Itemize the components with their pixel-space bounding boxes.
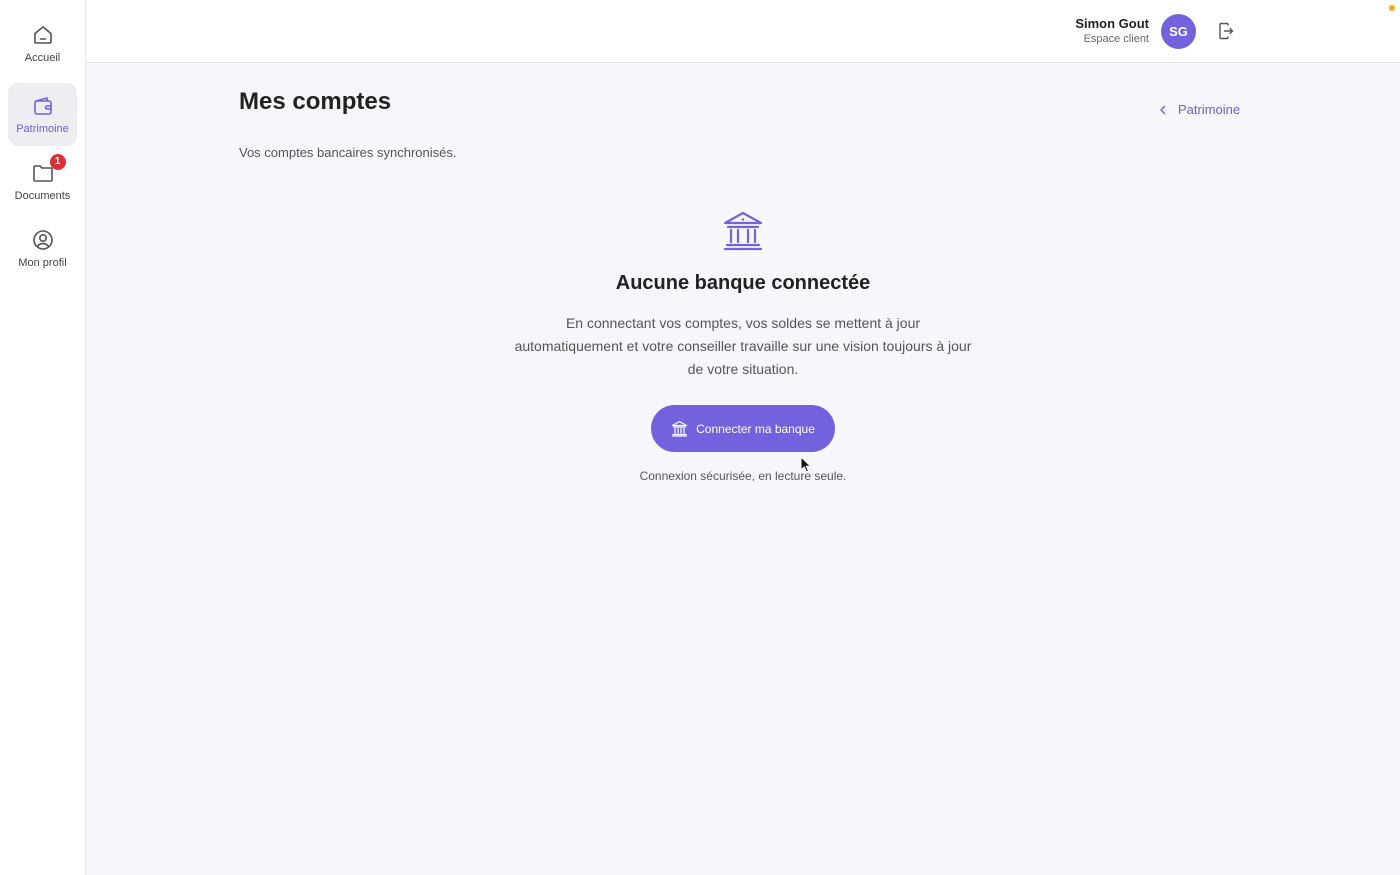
- empty-state: Aucune banque connectée En connectant vo…: [443, 210, 1043, 483]
- sidebar-item-label: Accueil: [24, 52, 61, 64]
- sidebar-item-accueil[interactable]: Accueil: [8, 12, 77, 75]
- avatar[interactable]: SG: [1161, 14, 1196, 49]
- sidebar-item-patrimoine[interactable]: Patrimoine: [8, 83, 77, 146]
- sidebar: Accueil Patrimoine 1 Documents Mon profi…: [0, 0, 86, 875]
- bank-icon: [722, 210, 764, 252]
- folder-icon: 1: [31, 154, 66, 185]
- mouse-cursor-icon: [800, 456, 812, 473]
- back-link-label: Patrimoine: [1178, 102, 1241, 117]
- sidebar-item-label: Documents: [14, 190, 71, 202]
- bank-icon: [671, 420, 688, 437]
- logout-button[interactable]: [1216, 21, 1236, 41]
- chevron-left-icon: [1158, 105, 1168, 115]
- logout-icon: [1216, 21, 1236, 41]
- sidebar-item-label: Patrimoine: [16, 123, 69, 135]
- breadcrumb-back-link[interactable]: Patrimoine: [1158, 102, 1240, 117]
- connect-bank-button[interactable]: Connecter ma banque: [651, 405, 835, 452]
- empty-state-title: Aucune banque connectée: [615, 272, 871, 294]
- empty-state-description: En connectant vos comptes, vos soldes se…: [514, 315, 972, 377]
- connect-bank-button-label: Connecter ma banque: [696, 421, 815, 436]
- sidebar-item-mon-profil[interactable]: Mon profil: [8, 217, 77, 280]
- user-name: Simon Gout: [1075, 16, 1149, 31]
- security-note: Connexion sécurisée, en lecture seule.: [639, 469, 847, 483]
- wallet-icon: [31, 94, 55, 118]
- user-role: Espace client: [1083, 33, 1149, 45]
- status-dot: [1389, 5, 1395, 11]
- sidebar-item-documents[interactable]: 1 Documents: [8, 150, 77, 213]
- page-subtitle: Vos comptes bancaires synchronisés.: [239, 145, 457, 160]
- top-bar: Simon Gout Espace client SG: [86, 0, 1400, 63]
- user-info: Simon Gout Espace client: [1075, 15, 1149, 47]
- notification-badge: 1: [49, 154, 66, 170]
- page-title: Mes comptes: [239, 88, 392, 115]
- sidebar-item-label: Mon profil: [18, 257, 67, 269]
- home-icon: [31, 23, 55, 47]
- user-circle-icon: [31, 228, 55, 252]
